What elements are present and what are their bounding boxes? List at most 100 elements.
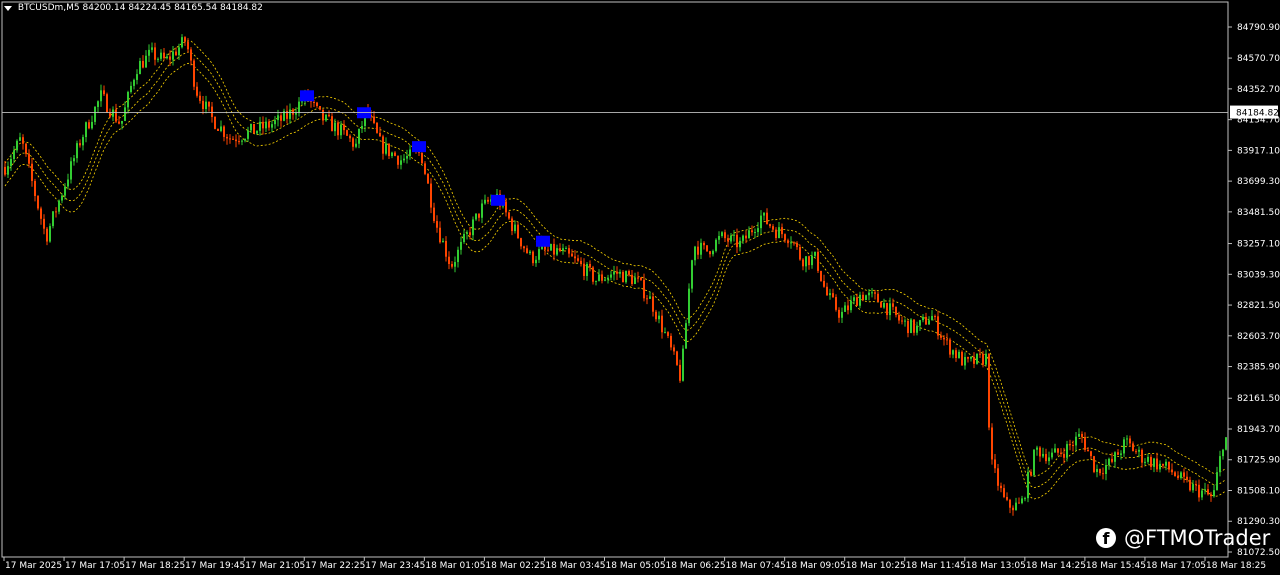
candle-body (409, 149, 411, 156)
candle-body (487, 199, 489, 202)
candle-body (841, 311, 843, 318)
envelope-band-line (4, 40, 1227, 477)
candle-body (829, 293, 831, 296)
candle-body (505, 201, 507, 213)
candle-body (718, 236, 720, 240)
price-chart[interactable]: 84790.9084570.7084352.7084134.7083917.10… (0, 0, 1280, 575)
candle-body (106, 94, 108, 113)
candle-body (1222, 449, 1224, 457)
candle-body (1069, 444, 1071, 446)
candle-body (910, 319, 912, 334)
candle-body (133, 79, 135, 86)
candle-body (595, 280, 597, 282)
candle-body (1087, 449, 1089, 452)
candle-body (1060, 452, 1062, 454)
candle-body (442, 240, 444, 243)
candle-body (868, 292, 870, 296)
x-tick-label: 17 Mar 2025 (5, 561, 62, 571)
watermark-text: @FTMOTrader (1124, 526, 1271, 550)
candle-body (940, 335, 942, 338)
time-axis: 17 Mar 2025 17 Mar 17:05 17 Mar 18:25 17 Ma… (3, 557, 1266, 571)
candle-body (835, 297, 837, 310)
x-tick-label: 17 Mar 18:25 (125, 561, 185, 571)
candle-body (31, 163, 33, 181)
candle-body (454, 262, 456, 267)
candle-body (1108, 458, 1110, 466)
candle-body (676, 351, 678, 365)
candle-body (616, 271, 618, 274)
candle-body (211, 106, 213, 117)
candle-body (1042, 453, 1044, 457)
candle-body (1192, 484, 1194, 491)
candle-body (1012, 507, 1014, 511)
dropdown-triangle-icon[interactable] (4, 5, 12, 11)
candle-body (856, 297, 858, 306)
candle-body (109, 112, 111, 117)
candle-body (244, 138, 246, 141)
candle-body (247, 130, 249, 139)
x-tick-label: 18 Mar 10:25 (846, 561, 906, 571)
candle-body (898, 315, 900, 321)
ohlc-values: 84200.14 84224.45 84165.54 84184.82 (82, 3, 263, 13)
candle-body (964, 357, 966, 366)
y-tick-label: 83039.30 (1237, 270, 1280, 280)
x-tick-label: 18 Mar 05:05 (606, 561, 666, 571)
candle-body (586, 263, 588, 276)
candle-body (265, 121, 267, 129)
candle-body (865, 295, 867, 301)
candle-body (103, 90, 105, 95)
envelope-bands (4, 40, 1227, 500)
candle-body (145, 55, 147, 68)
candle-body (796, 242, 798, 248)
candle-body (256, 130, 258, 134)
candle-body (82, 137, 84, 146)
candle-body (232, 138, 234, 140)
x-tick-label: 18 Mar 03:45 (545, 561, 605, 571)
candle-body (955, 350, 957, 358)
candle-body (178, 47, 180, 56)
candle-body (652, 296, 654, 312)
candle-body (919, 320, 921, 326)
candle-body (1102, 473, 1104, 475)
candle-body (445, 240, 447, 257)
candle-body (358, 128, 360, 144)
candle-body (982, 354, 984, 365)
candle-body (667, 332, 669, 336)
candle-body (601, 274, 603, 281)
candle-body (1039, 447, 1041, 457)
price-axis: 84790.9084570.7084352.7084134.7083917.10… (1228, 23, 1280, 558)
x-tick-label: 17 Mar 21:05 (245, 561, 305, 571)
candle-body (433, 207, 435, 222)
candle-body (556, 248, 558, 255)
y-tick-label: 83257.10 (1237, 240, 1280, 250)
candle-body (52, 211, 54, 227)
candle-body (1027, 471, 1029, 499)
candle-body (793, 242, 795, 244)
candle-body (391, 152, 393, 157)
candle-body (88, 122, 90, 129)
candle-body (1159, 463, 1161, 470)
candle-body (472, 219, 474, 236)
candle-body (97, 101, 99, 107)
candle-body (547, 249, 549, 251)
candle-body (166, 56, 168, 59)
candle-body (622, 271, 624, 283)
candle-body (457, 249, 459, 263)
candle-body (538, 249, 540, 260)
candle-body (526, 248, 528, 254)
candle-body (1054, 448, 1056, 453)
candle-body (874, 292, 876, 294)
candle-body (859, 294, 861, 306)
candle-body (175, 51, 177, 56)
candle-body (115, 109, 117, 122)
candle-body (565, 248, 567, 250)
current-price-label: 84184.82 (1236, 109, 1279, 119)
candle-body (838, 309, 840, 318)
candle-body (121, 120, 123, 124)
candle-body (94, 106, 96, 122)
candle-body (802, 259, 804, 267)
candle-body (985, 353, 987, 365)
candle-body (1048, 457, 1050, 462)
candle-body (484, 199, 486, 204)
candle-body (148, 49, 150, 56)
